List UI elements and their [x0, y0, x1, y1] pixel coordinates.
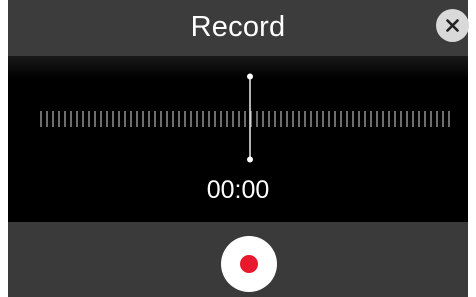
- record-button[interactable]: [221, 236, 277, 292]
- elapsed-time: 00:00: [206, 176, 270, 204]
- waveform-tick: [94, 111, 96, 127]
- waveform-tick: [448, 111, 450, 127]
- waveform-tick: [130, 111, 132, 127]
- waveform-tick: [160, 111, 162, 127]
- waveform-tick: [142, 111, 144, 127]
- waveform-tick: [118, 111, 120, 127]
- close-icon: [446, 19, 459, 32]
- waveform-tick: [166, 111, 168, 127]
- waveform-tick: [232, 111, 234, 127]
- record-icon: [240, 255, 258, 273]
- waveform-tick: [190, 111, 192, 127]
- waveform-tick: [382, 111, 384, 127]
- waveform-tick: [208, 111, 210, 127]
- playhead-marker[interactable]: [245, 73, 255, 163]
- waveform-tick: [172, 111, 174, 127]
- close-button[interactable]: [436, 9, 469, 42]
- waveform-tick: [268, 111, 270, 127]
- waveform-tick: [400, 111, 402, 127]
- waveform-tick: [64, 111, 66, 127]
- waveform-tick: [430, 111, 432, 127]
- waveform-tick: [88, 111, 90, 127]
- waveform-tick: [364, 111, 366, 127]
- waveform-tick: [322, 111, 324, 127]
- waveform-tick: [436, 111, 438, 127]
- waveform-tick: [424, 111, 426, 127]
- waveform-tick: [220, 111, 222, 127]
- waveform-tick: [52, 111, 54, 127]
- dialog-header: Record: [8, 0, 469, 56]
- waveform-tick: [136, 111, 138, 127]
- waveform-tick: [286, 111, 288, 127]
- waveform-tick: [76, 111, 78, 127]
- waveform-tick: [178, 111, 180, 127]
- waveform-tick: [58, 111, 60, 127]
- waveform-tick: [280, 111, 282, 127]
- waveform-tick: [334, 111, 336, 127]
- waveform-tick: [394, 111, 396, 127]
- waveform-tick: [100, 111, 102, 127]
- waveform-tick: [304, 111, 306, 127]
- waveform-tick: [346, 111, 348, 127]
- waveform-tick: [274, 111, 276, 127]
- waveform-tick: [310, 111, 312, 127]
- waveform-tick: [148, 111, 150, 127]
- waveform-tick: [154, 111, 156, 127]
- waveform-tick: [202, 111, 204, 127]
- waveform-tick: [238, 111, 240, 127]
- waveform-tick: [40, 111, 42, 127]
- waveform-tick: [256, 111, 258, 127]
- waveform-tick: [352, 111, 354, 127]
- waveform-tick: [262, 111, 264, 127]
- waveform-tick: [292, 111, 294, 127]
- waveform-tick: [442, 111, 444, 127]
- record-dialog: Record 00:00: [8, 0, 469, 297]
- waveform-tick: [214, 111, 216, 127]
- waveform-tick: [184, 111, 186, 127]
- stage-shade: [8, 56, 468, 78]
- waveform-tick: [370, 111, 372, 127]
- waveform-tick: [358, 111, 360, 127]
- waveform-tick: [226, 111, 228, 127]
- waveform-tick: [196, 111, 198, 127]
- waveform-tick: [412, 111, 414, 127]
- waveform-tick: [106, 111, 108, 127]
- waveform-tick: [376, 111, 378, 127]
- waveform-tick: [328, 111, 330, 127]
- waveform-tick: [340, 111, 342, 127]
- waveform-tick: [70, 111, 72, 127]
- waveform-tick: [124, 111, 126, 127]
- waveform-tick: [388, 111, 390, 127]
- waveform-tick: [82, 111, 84, 127]
- waveform-tick: [298, 111, 300, 127]
- waveform-tick: [46, 111, 48, 127]
- waveform-tick: [316, 111, 318, 127]
- dialog-title: Record: [190, 11, 286, 43]
- controls-bar: [8, 222, 468, 297]
- waveform-tick: [418, 111, 420, 127]
- waveform-tick: [406, 111, 408, 127]
- waveform-tick: [112, 111, 114, 127]
- waveform-area: 00:00: [8, 56, 468, 222]
